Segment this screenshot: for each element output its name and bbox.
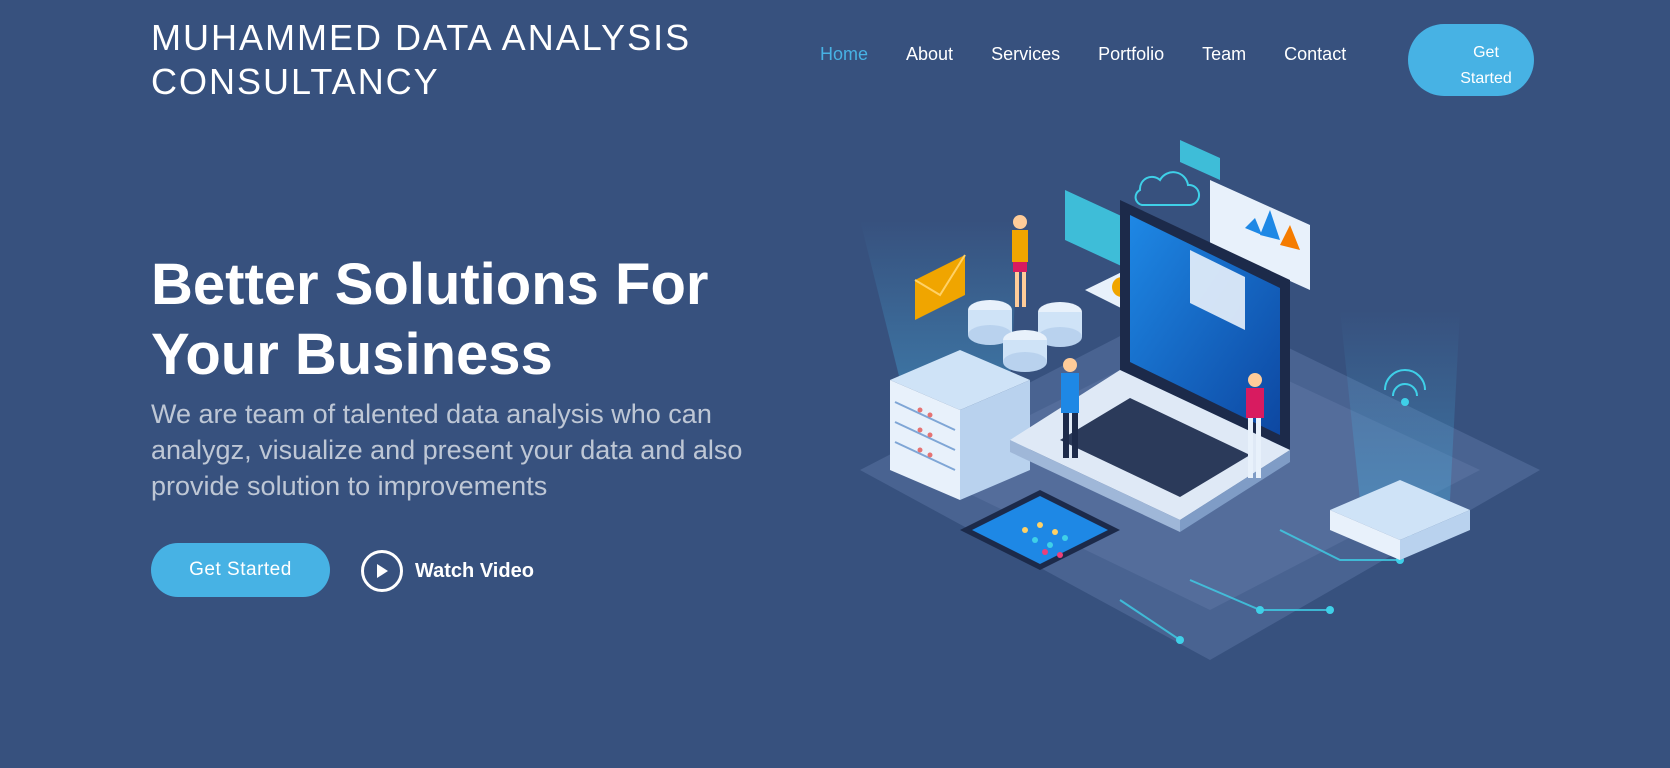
get-started-button[interactable]: Get Started <box>151 543 330 597</box>
nav-portfolio[interactable]: Portfolio <box>1098 44 1164 65</box>
play-icon <box>361 550 403 592</box>
cta-line-1: Get <box>1473 44 1499 61</box>
cloud-icon <box>1134 171 1200 206</box>
header-get-started-button[interactable]: Get Started <box>1408 24 1534 96</box>
nav-team[interactable]: Team <box>1202 44 1246 65</box>
header: MUHAMMED DATA ANALYSIS CONSULTANCY Home … <box>0 0 1670 120</box>
site-logo[interactable]: MUHAMMED DATA ANALYSIS CONSULTANCY <box>151 16 771 104</box>
nav-contact[interactable]: Contact <box>1284 44 1346 65</box>
nav-about[interactable]: About <box>906 44 953 65</box>
server-icon <box>890 350 1030 500</box>
watch-video-label: Watch Video <box>415 559 534 582</box>
hero-title: Better Solutions For Your Business <box>151 250 771 390</box>
hero-title-line-2: Your Business <box>151 322 553 387</box>
hero-title-line-1: Better Solutions For <box>151 252 709 317</box>
floating-panel-top <box>1180 140 1220 180</box>
hero-illustration <box>860 140 1540 660</box>
main-nav: Home About Services Portfolio Team Conta… <box>820 44 1384 65</box>
nav-services[interactable]: Services <box>991 44 1060 65</box>
nav-home[interactable]: Home <box>820 44 868 65</box>
hero-subtitle: We are team of talented data analysis wh… <box>151 399 743 501</box>
watch-video-button[interactable]: Watch Video <box>361 550 534 592</box>
cta-line-2: Started <box>1460 70 1512 87</box>
light-beam-right <box>1340 310 1460 500</box>
